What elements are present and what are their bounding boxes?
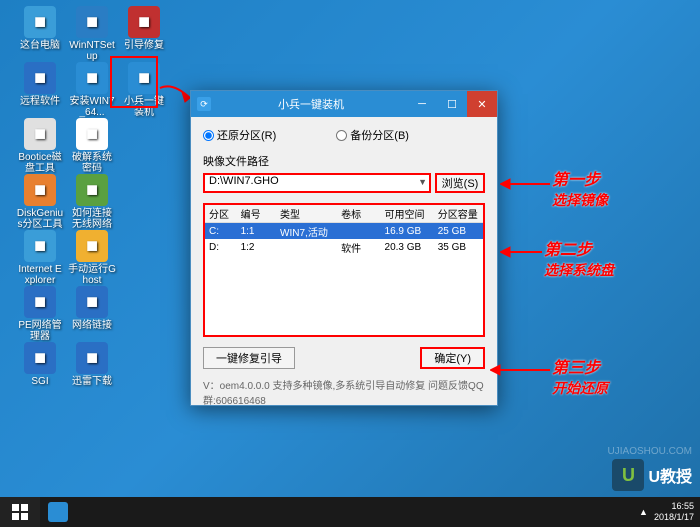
app-icon: ⟳ <box>197 97 211 111</box>
window-title: 小兵一键装机 <box>215 96 407 112</box>
arrow-step2 <box>500 244 544 260</box>
dropdown-icon[interactable]: ▼ <box>418 177 427 187</box>
titlebar[interactable]: ⟳ 小兵一键装机 ─ ☐ ✕ <box>191 91 497 117</box>
maximize-button[interactable]: ☐ <box>437 91 467 117</box>
path-label: 映像文件路径 <box>203 153 485 169</box>
desktop-icon[interactable]: ■SGI <box>16 342 64 387</box>
desktop-icon[interactable]: ■Bootice磁盘工具 <box>16 118 64 174</box>
minimize-button[interactable]: ─ <box>407 91 437 117</box>
desktop-icon[interactable]: ■引导修复 <box>120 6 168 51</box>
watermark: UJIAOSHOU.COM <box>608 446 692 457</box>
desktop-icon[interactable]: ■这台电脑 <box>16 6 64 51</box>
browse-button[interactable]: 浏览(S) <box>435 173 485 193</box>
table-header: 分区 编号 类型 卷标 可用空间 分区容量 <box>205 205 483 223</box>
restore-radio[interactable]: 还原分区(R) <box>203 127 276 143</box>
table-row[interactable]: C:1:1WIN7,活动16.9 GB25 GB <box>205 223 483 239</box>
system-tray[interactable]: ▲ 16:55 2018/1/17 <box>639 501 700 523</box>
repair-boot-button[interactable]: 一键修复引导 <box>203 347 295 369</box>
step2-annotation: 第二步 选择系统盘 <box>544 236 614 280</box>
desktop-icon[interactable]: ■网络链接 <box>68 286 116 331</box>
desktop-icon[interactable]: ■DiskGenius分区工具 <box>16 174 64 230</box>
desktop-icon[interactable]: ■迅雷下载 <box>68 342 116 387</box>
desktop-icon[interactable]: ■远程软件 <box>16 62 64 107</box>
arrow-step3 <box>490 362 552 378</box>
taskbar[interactable]: ▲ 16:55 2018/1/17 <box>0 497 700 527</box>
desktop-icon[interactable]: ■Internet Explorer <box>16 230 64 286</box>
tray-icon[interactable]: ▲ <box>639 507 648 517</box>
desktop-icon[interactable]: ■WinNTSetup <box>68 6 116 62</box>
desktop-icon[interactable]: ■如何连接无线网络 <box>68 174 116 230</box>
close-button[interactable]: ✕ <box>467 91 497 117</box>
desktop-icon[interactable]: ■手动运行Ghost <box>68 230 116 286</box>
arrow-step1 <box>500 176 552 192</box>
desktop-icon[interactable]: ■安装WIN7_64... <box>68 62 116 118</box>
app-window: ⟳ 小兵一键装机 ─ ☐ ✕ 还原分区(R) 备份分区(B) 映像文件路径 D:… <box>190 90 498 406</box>
icon-highlight <box>110 56 158 108</box>
taskbar-app-icon[interactable] <box>40 497 76 527</box>
step1-annotation: 第一步 选择镜像 <box>552 166 608 210</box>
branding-logo: U U教授 <box>612 459 692 491</box>
start-button[interactable] <box>0 497 40 527</box>
clock[interactable]: 16:55 2018/1/17 <box>654 501 694 523</box>
ok-button[interactable]: 确定(Y) <box>420 347 485 369</box>
step3-annotation: 第三步 开始还原 <box>552 354 608 398</box>
table-row[interactable]: D:1:2软件20.3 GB35 GB <box>205 239 483 255</box>
version-text: V：oem4.0.0.0 支持多种镜像,多系统引导自动修复 问题反馈QQ群:60… <box>203 377 485 407</box>
backup-radio[interactable]: 备份分区(B) <box>336 127 409 143</box>
partition-table[interactable]: 分区 编号 类型 卷标 可用空间 分区容量 C:1:1WIN7,活动16.9 G… <box>203 203 485 337</box>
desktop-icon[interactable]: ■PE网络管理器 <box>16 286 64 342</box>
image-path-input[interactable]: D:\WIN7.GHO ▼ <box>203 173 431 193</box>
desktop-icon[interactable]: ■破解系统密码 <box>68 118 116 174</box>
